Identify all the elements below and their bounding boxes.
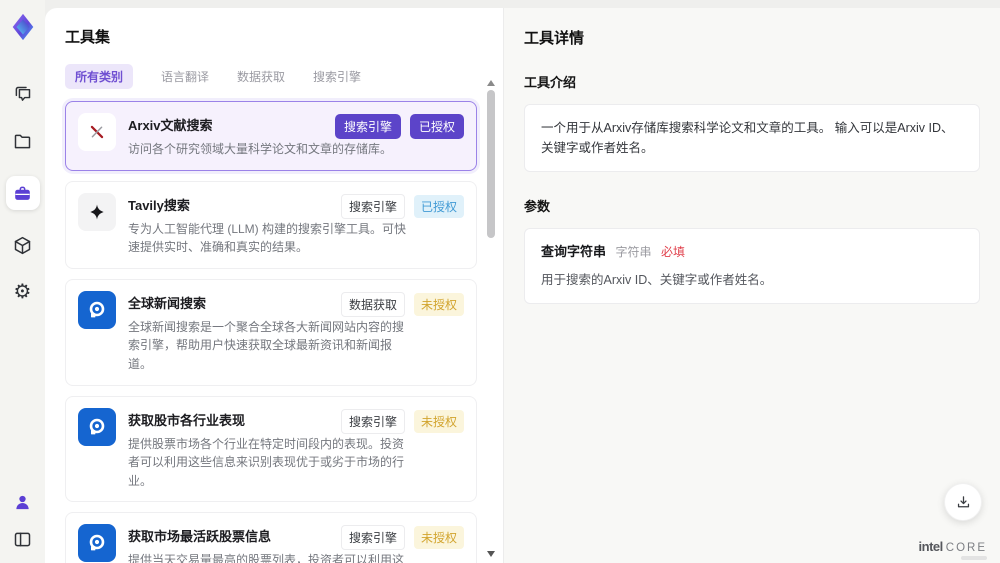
- sparkle-icon: [78, 192, 116, 231]
- tab-category-2[interactable]: 数据获取: [237, 64, 285, 89]
- intro-heading: 工具介绍: [524, 75, 577, 90]
- tool-list-panel: 工具集 所有类别 语言翻译 数据获取 搜索引擎 Arxiv文献搜索 访问各个研究领域大量…: [45, 8, 503, 563]
- tool-description: 全球新闻搜索是一个聚合全球各大新闻网站内容的搜索引擎，帮助用户快速获取全球最新资…: [128, 319, 405, 371]
- user-icon[interactable]: [11, 490, 35, 514]
- tool-description: 访问各个研究领域大量科学论文和文章的存储库。: [128, 142, 393, 156]
- param-header: 查询字符串 字符串 必填: [541, 242, 963, 263]
- detail-title: 工具详情: [524, 30, 585, 47]
- category-tabs: 所有类别 语言翻译 数据获取 搜索引擎: [65, 64, 503, 89]
- brand-underline: [961, 556, 987, 560]
- category-badge: 搜索引擎: [334, 114, 401, 139]
- param-description: 用于搜索的Arxiv ID、关键字或作者姓名。: [541, 272, 773, 287]
- scrollbar-thumb[interactable]: [487, 90, 495, 238]
- category-badge: 搜索引擎: [340, 408, 405, 434]
- app-logo: [8, 12, 38, 42]
- rail-bottom: [11, 490, 35, 551]
- tool-badges: 搜索引擎 已授权: [334, 114, 464, 139]
- authorization-status-badge: 已授权: [409, 114, 464, 139]
- page-title: 工具集: [65, 29, 111, 46]
- folder-icon[interactable]: [11, 129, 35, 153]
- arxiv-logo-icon: [78, 113, 116, 151]
- scroll-up-arrow[interactable]: [487, 80, 495, 86]
- tool-card[interactable]: Tavily搜索 专为人工智能代理 (LLM) 构建的搜索引擎工具。可快速提供实时…: [65, 180, 477, 269]
- tab-all-categories[interactable]: 所有类别: [65, 64, 134, 89]
- intel-core-logo: intel CORE: [919, 539, 987, 554]
- authorization-status-badge: 未授权: [413, 292, 464, 316]
- main-content: 工具集 所有类别 语言翻译 数据获取 搜索引擎 Arxiv文献搜索 访问各个研究领域大量…: [45, 8, 1000, 563]
- tool-card[interactable]: 获取市场最活跃股票信息提供当天交易量最高的股票列表，投资者可以利用这些信息来识别…: [65, 512, 477, 563]
- params-heading: 参数: [524, 199, 551, 214]
- panel-layout-icon[interactable]: [11, 527, 35, 551]
- tool-badges: 搜索引擎 已授权: [340, 193, 464, 219]
- gear-icon[interactable]: ⚙: [11, 280, 35, 304]
- authorization-status-badge: 已授权: [413, 194, 464, 218]
- scroll-down-arrow[interactable]: [487, 551, 495, 557]
- tool-card[interactable]: Arxiv文献搜索 访问各个研究领域大量科学论文和文章的存储库。 搜索引擎 已授权: [65, 101, 477, 171]
- category-badge: 搜索引擎: [340, 193, 405, 219]
- param-type: 字符串: [615, 245, 652, 259]
- intel-wordmark: intel: [918, 539, 944, 554]
- category-badge: 数据获取: [340, 291, 405, 317]
- cube-icon[interactable]: [11, 233, 35, 257]
- core-wordmark: CORE: [945, 542, 987, 554]
- news-app-icon: [78, 407, 116, 446]
- tool-detail-panel: 工具详情 工具介绍 一个用于从Arxiv存储库搜索科学论文和文章的工具。 输入可…: [503, 8, 1000, 563]
- param-name: 查询字符串: [541, 244, 607, 259]
- download-button[interactable]: [944, 483, 982, 521]
- tool-card[interactable]: 获取股市各行业表现 提供股票市场各个行业在特定时间段内的表现。投资者可以利用这些信…: [65, 395, 477, 503]
- authorization-status-badge: 未授权: [413, 409, 464, 433]
- tool-badges: 搜索引擎 未授权: [340, 525, 464, 551]
- param-required-badge: 必填: [661, 245, 686, 259]
- tool-badges: 搜索引擎 未授权: [340, 408, 464, 434]
- tool-description: 专为人工智能代理 (LLM) 构建的搜索引擎工具。可快速提供实时、准确和真实的结…: [128, 221, 407, 255]
- chat-icon[interactable]: [11, 82, 35, 106]
- tool-card[interactable]: 全球新闻搜索 全球新闻搜索是一个聚合全球各大新闻网站内容的搜索引擎，帮助用户快速获…: [65, 278, 477, 386]
- intro-box: 一个用于从Arxiv存储库搜索科学论文和文章的工具。 输入可以是Arxiv ID…: [524, 104, 980, 172]
- news-app-icon: [78, 290, 116, 329]
- tool-description: 提供股票市场各个行业在特定时间段内的表现。投资者可以利用这些信息来识别表现优于或…: [128, 436, 405, 488]
- tool-description: 提供当天交易量最高的股票列表，投资者可以利用这些信息来识别流动性强的股票和潜在的…: [128, 553, 405, 563]
- download-icon: [957, 495, 969, 507]
- tab-category-1[interactable]: 语言翻译: [161, 64, 209, 89]
- app-rail: ⚙: [0, 0, 45, 563]
- param-box: 查询字符串 字符串 必填 用于搜索的Arxiv ID、关键字或作者姓名。: [524, 228, 980, 304]
- list-scrollbar[interactable]: [486, 80, 496, 557]
- tool-list: Arxiv文献搜索 访问各个研究领域大量科学论文和文章的存储库。 搜索引擎 已授权 Ta…: [65, 101, 477, 563]
- tool-badges: 数据获取 未授权: [340, 291, 464, 317]
- briefcase-icon[interactable]: [5, 176, 40, 210]
- news-app-icon: [78, 524, 116, 563]
- authorization-status-badge: 未授权: [413, 526, 464, 550]
- category-badge: 搜索引擎: [340, 525, 405, 551]
- rail-nav: ⚙: [5, 82, 40, 304]
- tab-category-3[interactable]: 搜索引擎: [313, 64, 361, 89]
